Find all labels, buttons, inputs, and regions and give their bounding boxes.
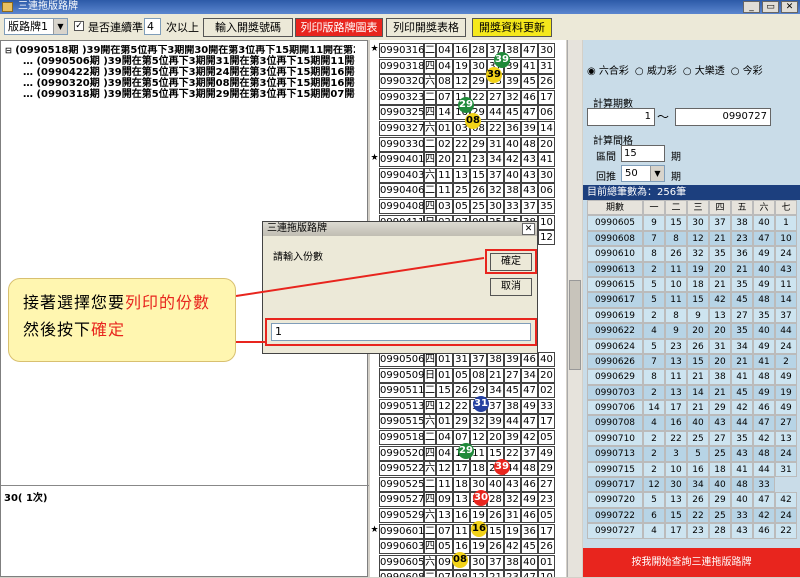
callout-highlight: 列印的份數 — [125, 293, 211, 312]
callout-text: 接著選擇您要 — [23, 293, 126, 312]
callout-text: 然後按下 — [23, 320, 92, 339]
callout-highlight: 確定 — [91, 320, 126, 339]
instruction-callout: 接著選擇您要列印的份數 然後按下確定 — [8, 278, 236, 362]
